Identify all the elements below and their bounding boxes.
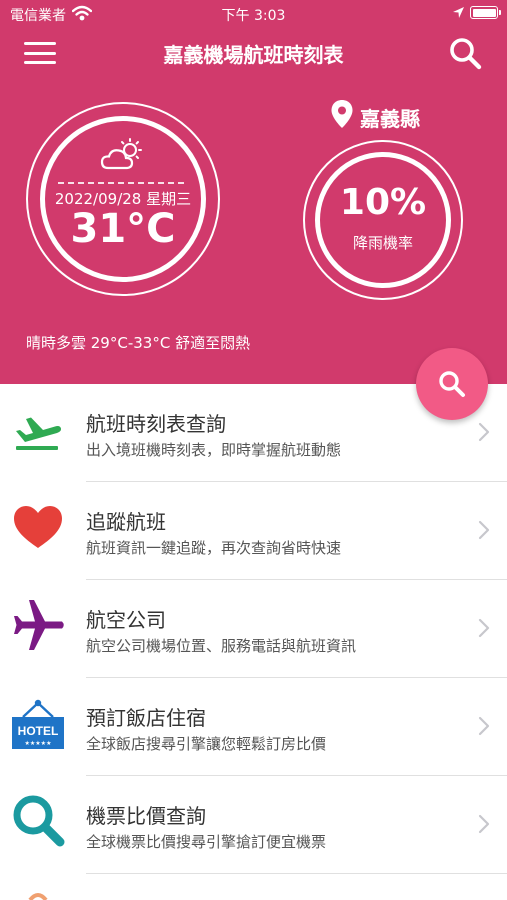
floating-search-button[interactable] (416, 348, 488, 420)
list-item-hotel-booking[interactable]: HOTEL ★★★★★ 預訂飯店住宿 全球飯店搜尋引擎讓您輕鬆訂房比價 (0, 678, 507, 776)
svg-text:★★★★★: ★★★★★ (25, 740, 52, 747)
item-subtitle: 出入境班機時刻表，即時掌握航班動態 (86, 441, 342, 459)
location-arrow-icon (453, 7, 464, 18)
hotel-sign-icon: HOTEL ★★★★★ (12, 699, 64, 749)
weather-temperature: 31°C (70, 206, 176, 252)
search-icon[interactable] (448, 36, 484, 70)
item-title: 預訂飯店住宿 (86, 706, 206, 730)
list-item-airlines[interactable]: 航空公司 航空公司機場位置、服務電話與航班資訊 (0, 580, 507, 678)
list-item-partial[interactable] (0, 876, 507, 900)
item-title: 航班時刻表查詢 (86, 412, 226, 436)
status-time: 下午 3:03 (221, 8, 286, 24)
magnifier-icon (13, 795, 65, 847)
rain-probability-value: 10% (339, 182, 427, 223)
item-subtitle: 全球飯店搜尋引擎讓您輕鬆訂房比價 (86, 735, 327, 753)
chevron-right-icon (478, 520, 490, 540)
weather-header: 電信業者 下午 3:03 嘉義機場航班時刻表 2022/09/28 星期三 31… (0, 0, 507, 384)
list-item-airfare-compare[interactable]: 機票比價查詢 全球機票比價搜尋引擎搶訂便宜機票 (0, 776, 507, 874)
airplane-departure-icon (16, 417, 62, 450)
item-title: 機票比價查詢 (86, 804, 206, 828)
page-title: 嘉義機場航班時刻表 (163, 43, 344, 67)
chevron-right-icon (478, 814, 490, 834)
partial-item-icon (28, 893, 48, 900)
divider (86, 873, 507, 874)
rain-probability-label: 降雨機率 (352, 234, 413, 252)
item-subtitle: 航空公司機場位置、服務電話與航班資訊 (86, 637, 357, 655)
date-divider (58, 182, 184, 184)
item-subtitle: 全球機票比價搜尋引擎搶訂便宜機票 (86, 833, 327, 851)
battery-icon (470, 6, 501, 19)
status-bar: 電信業者 下午 3:03 (0, 0, 507, 28)
search-icon (439, 371, 465, 397)
location-pin-icon (331, 100, 353, 128)
weather-summary: 晴時多雲 29°C-33°C 舒適至悶熱 (26, 334, 251, 352)
item-title: 航空公司 (86, 608, 166, 632)
chevron-right-icon (478, 618, 490, 638)
item-title: 追蹤航班 (86, 510, 166, 534)
hotel-sign-label: HOTEL (18, 724, 59, 738)
location-name[interactable]: 嘉義縣 (360, 103, 420, 132)
partly-cloudy-icon (100, 138, 142, 170)
item-subtitle: 航班資訊一鍵追蹤，再次查詢省時快速 (86, 539, 342, 557)
list-item-track-flight[interactable]: 追蹤航班 航班資訊一鍵追蹤，再次查詢省時快速 (0, 482, 507, 580)
heart-icon (14, 506, 62, 548)
chevron-right-icon (478, 716, 490, 736)
airplane-icon (14, 600, 64, 650)
chevron-right-icon (478, 422, 490, 442)
